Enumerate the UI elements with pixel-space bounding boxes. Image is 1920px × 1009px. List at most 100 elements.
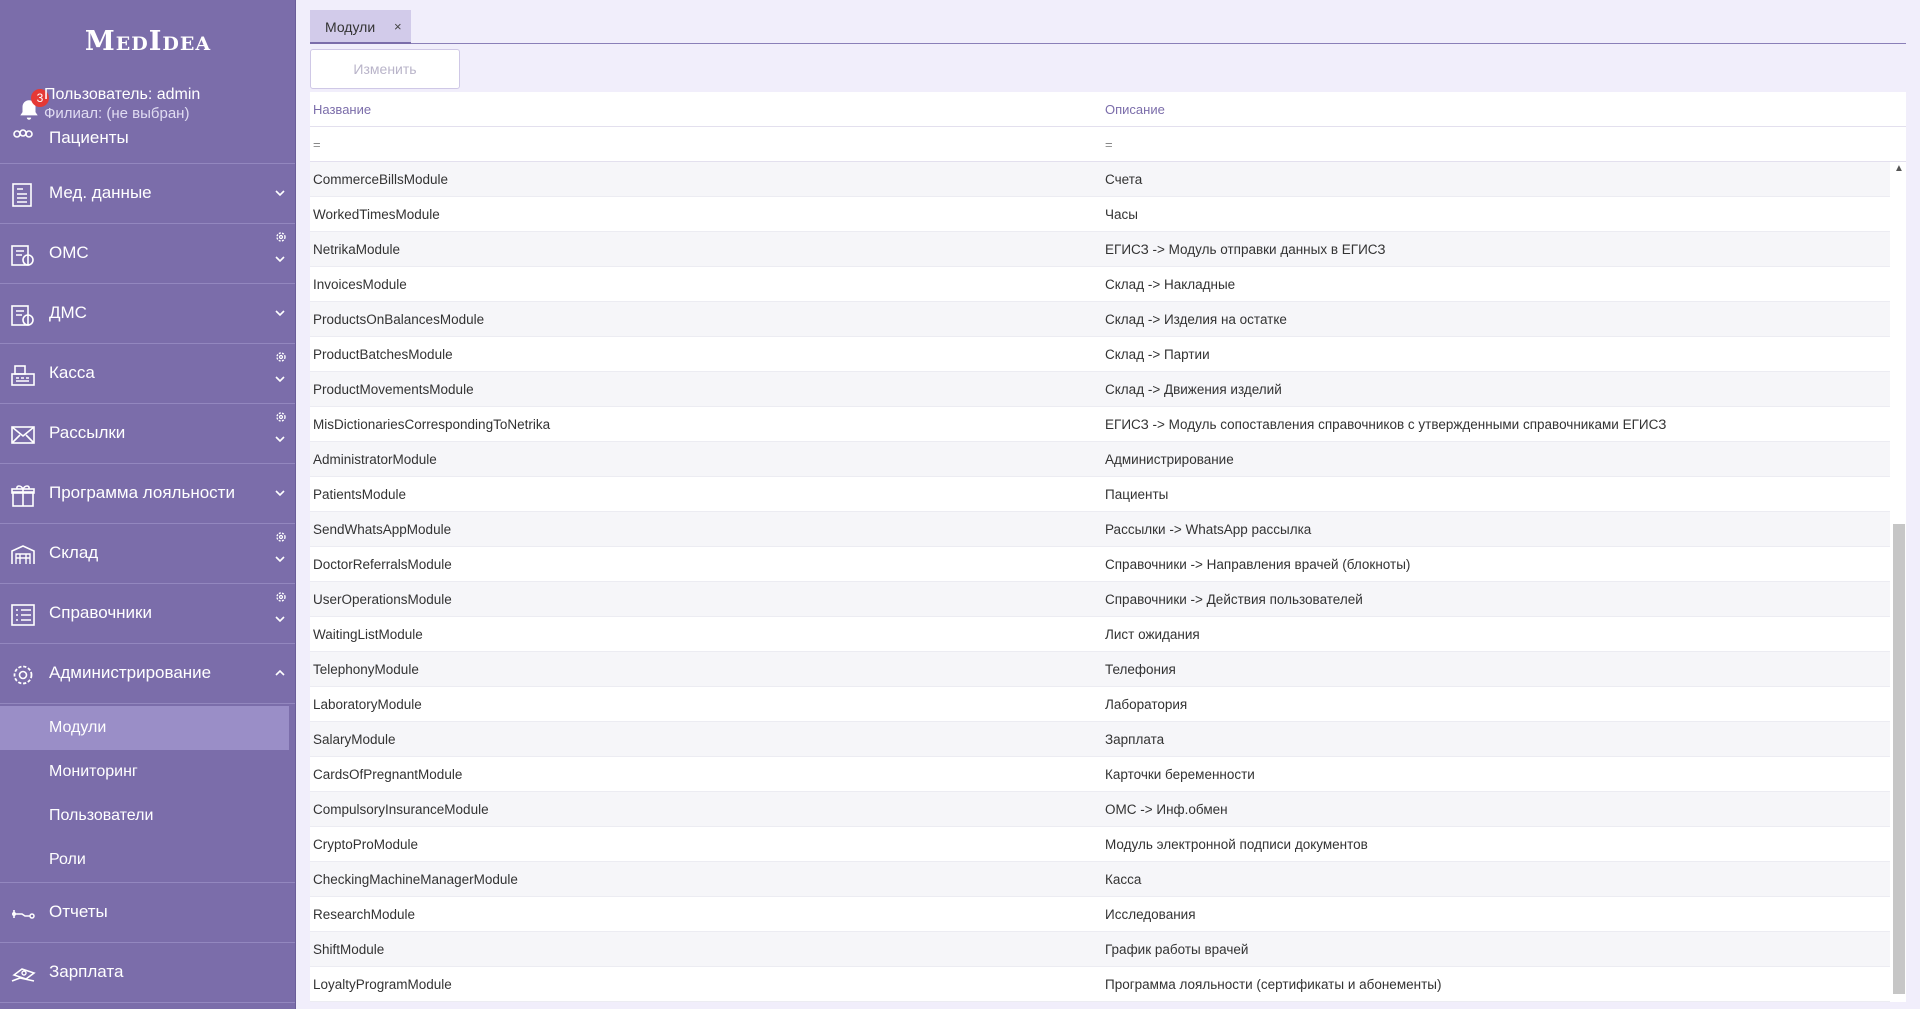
tab-bar: Модули × (310, 10, 1906, 44)
table-row[interactable]: SalaryModule Зарплата (310, 722, 1890, 757)
sidebar-item-med-data[interactable]: Мед. данные (0, 164, 295, 224)
filter-description[interactable]: = (1105, 137, 1113, 152)
close-icon[interactable]: × (394, 19, 402, 34)
sidebar-subitem-roles[interactable]: Роли (0, 838, 295, 882)
list-icon (11, 604, 35, 626)
tab-modules[interactable]: Модули × (310, 10, 411, 44)
table-row[interactable]: CompulsoryInsuranceModule ОМС -> Инф.обме… (310, 792, 1890, 827)
cell-module-name: LaboratoryModule (313, 697, 422, 712)
sidebar-item-oms[interactable]: ОМС (0, 224, 295, 284)
cell-module-description: Часы (1105, 207, 1138, 222)
table-row[interactable]: ProductsOnBalancesModule Склад -> Изделия… (310, 302, 1890, 337)
filter-name[interactable]: = (313, 137, 321, 152)
cell-module-name: TelephonyModule (313, 662, 419, 677)
patients-icon (13, 129, 33, 138)
cell-module-description: Склад -> Изделия на остатке (1105, 312, 1287, 327)
chevron-down-icon[interactable] (274, 488, 286, 498)
sidebar-item-label: Зарплата (49, 962, 124, 981)
scrollbar-thumb[interactable] (1893, 524, 1905, 994)
table-row[interactable]: CryptoProModule Модуль электронной подпис… (310, 827, 1890, 862)
table-row[interactable]: SendWhatsAppModule Рассылки -> WhatsApp р… (310, 512, 1890, 547)
cell-module-description: Модуль электронной подписи документов (1105, 837, 1368, 852)
cell-module-name: DoctorReferralsModule (313, 557, 452, 572)
sidebar-item-dictionaries[interactable]: Справочники (0, 584, 295, 644)
sidebar-item-label: Отчеты (49, 902, 108, 921)
gear-icon[interactable] (274, 590, 288, 604)
table-row[interactable]: CommerceBillsModule Счета (310, 162, 1890, 197)
gear-icon[interactable] (274, 350, 288, 364)
table-row[interactable]: ProductBatchesModule Склад -> Партии (310, 337, 1890, 372)
table-row[interactable]: ResearchModule Исследования (310, 897, 1890, 932)
grid-body: CommerceBillsModule Счета WorkedTimesModul… (310, 162, 1890, 1002)
gear-icon[interactable] (274, 530, 288, 544)
sidebar-item-label: Касса (49, 363, 95, 382)
cell-module-description: Склад -> Движения изделий (1105, 382, 1282, 397)
sidebar-item-patients[interactable]: Пациенты (0, 124, 295, 164)
table-row[interactable]: MisDictionariesCorrespondingToNetrika ЕГИ… (310, 407, 1890, 442)
table-row[interactable]: WorkedTimesModule Часы (310, 197, 1890, 232)
column-header-name[interactable]: Название (313, 102, 371, 117)
sidebar-item-label: ДМС (49, 303, 87, 322)
sidebar-item-mailings[interactable]: Рассылки (0, 404, 295, 464)
sidebar-item-cash[interactable]: Касса (0, 344, 295, 404)
sidebar-item-salary[interactable]: Зарплата (0, 943, 295, 1003)
current-branch[interactable]: Филиал: (не выбран) (44, 105, 189, 122)
table-row[interactable]: NetrikaModule ЕГИСЗ -> Модуль отправки да… (310, 232, 1890, 267)
table-row[interactable]: CardsOfPregnantModule Карточки беременнос… (310, 757, 1890, 792)
chevron-down-icon[interactable] (274, 188, 286, 198)
cell-module-name: LoyaltyProgramModule (313, 977, 452, 992)
envelope-icon (11, 426, 35, 444)
insurance-icon (11, 245, 34, 266)
tab-label: Модули (325, 19, 376, 35)
sidebar-subitem-monitoring[interactable]: Мониторинг (0, 750, 295, 794)
sidebar-item-dms[interactable]: ДМС (0, 284, 295, 344)
gear-icon[interactable] (274, 410, 288, 424)
column-header-description[interactable]: Описание (1105, 102, 1165, 117)
cell-module-description: Телефония (1105, 662, 1176, 677)
chevron-down-icon[interactable] (274, 254, 286, 264)
cell-module-name: ShiftModule (313, 942, 385, 957)
table-row[interactable]: CheckingMachineManagerModule Касса (310, 862, 1890, 897)
cell-module-name: WaitingListModule (313, 627, 423, 642)
cell-module-description: ОМС -> Инф.обмен (1105, 802, 1228, 817)
toolbar: Изменить (310, 49, 460, 89)
table-row[interactable]: LaboratoryModule Лаборатория (310, 687, 1890, 722)
chevron-down-icon[interactable] (274, 554, 286, 564)
current-user: Пользователь: admin (44, 86, 201, 103)
table-row[interactable]: DoctorReferralsModule Справочники -> Напр… (310, 547, 1890, 582)
sidebar-item-warehouse[interactable]: Склад (0, 524, 295, 584)
vertical-scrollbar[interactable]: ▲ (1892, 162, 1906, 997)
table-row[interactable]: AdministratorModule Администрирование (310, 442, 1890, 477)
cell-module-description: Лист ожидания (1105, 627, 1200, 642)
cell-module-name: CardsOfPregnantModule (313, 767, 463, 782)
edit-button[interactable]: Изменить (310, 49, 460, 89)
cell-module-description: Исследования (1105, 907, 1196, 922)
chevron-up-icon[interactable] (274, 668, 286, 678)
cell-module-description: Касса (1105, 872, 1142, 887)
table-row[interactable]: ProductMovementsModule Склад -> Движения … (310, 372, 1890, 407)
table-row[interactable]: PatientsModule Пациенты (310, 477, 1890, 512)
cell-module-description: Администрирование (1105, 452, 1234, 467)
reports-icon (12, 910, 35, 919)
chevron-down-icon[interactable] (274, 434, 286, 444)
table-row[interactable]: LoyaltyProgramModule Программа лояльности… (310, 967, 1890, 1002)
sidebar-subitem-modules[interactable]: Модули (0, 706, 289, 750)
sidebar-item-administration[interactable]: Администрирование (0, 644, 295, 704)
cell-module-name: ProductMovementsModule (313, 382, 474, 397)
sidebar-subitem-label: Пользователи (49, 807, 154, 824)
sidebar-item-reports[interactable]: Отчеты (0, 883, 295, 943)
user-info: 3 Пользователь: admin Филиал: (не выбран… (14, 86, 284, 126)
table-row[interactable]: TelephonyModule Телефония (310, 652, 1890, 687)
sidebar-item-loyalty[interactable]: Программа лояльности (0, 464, 295, 524)
table-row[interactable]: InvoicesModule Склад -> Накладные (310, 267, 1890, 302)
scroll-up-icon[interactable]: ▲ (1894, 164, 1904, 174)
table-row[interactable]: ShiftModule График работы врачей (310, 932, 1890, 967)
sidebar-subitem-users[interactable]: Пользователи (0, 794, 295, 838)
chevron-down-icon[interactable] (274, 374, 286, 384)
table-row[interactable]: UserOperationsModule Справочники -> Дейст… (310, 582, 1890, 617)
chevron-down-icon[interactable] (274, 614, 286, 624)
table-row[interactable]: WaitingListModule Лист ожидания (310, 617, 1890, 652)
chevron-down-icon[interactable] (274, 308, 286, 318)
cell-module-name: CompulsoryInsuranceModule (313, 802, 489, 817)
gear-icon[interactable] (274, 230, 288, 244)
